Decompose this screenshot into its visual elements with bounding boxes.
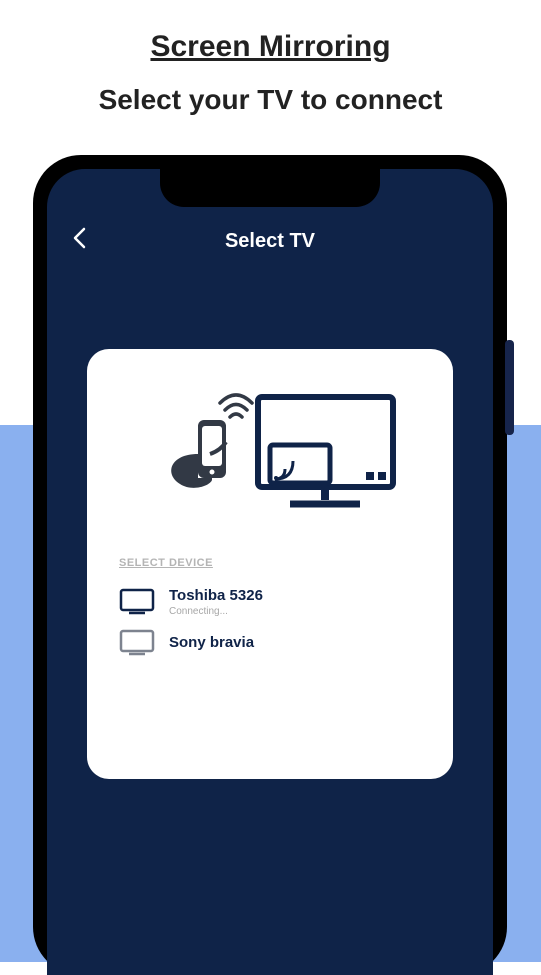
phone-screen: Select TV [47, 169, 493, 975]
tv-icon [119, 629, 155, 657]
phone-frame: Select TV [33, 155, 507, 975]
page-title: Screen Mirroring [0, 0, 541, 64]
device-name: Toshiba 5326 [169, 587, 263, 604]
tv-icon [119, 588, 155, 616]
select-device-label: SELECT DEVICE [119, 557, 429, 569]
phone-side-button [505, 340, 514, 435]
device-status: Connecting... [169, 606, 263, 617]
mirroring-illustration [111, 377, 429, 527]
back-icon [71, 226, 87, 250]
app-header: Select TV [47, 225, 493, 257]
device-row-toshiba[interactable]: Toshiba 5326 Connecting... [111, 581, 429, 623]
phone-notch [160, 169, 380, 207]
page-subtitle: Select your TV to connect [0, 84, 541, 116]
device-name: Sony bravia [169, 634, 254, 651]
back-button[interactable] [71, 225, 91, 257]
header-title: Select TV [225, 230, 315, 253]
device-card: SELECT DEVICE Toshiba 5326 Connecting... [87, 349, 453, 779]
device-row-sony[interactable]: Sony bravia [111, 623, 429, 663]
